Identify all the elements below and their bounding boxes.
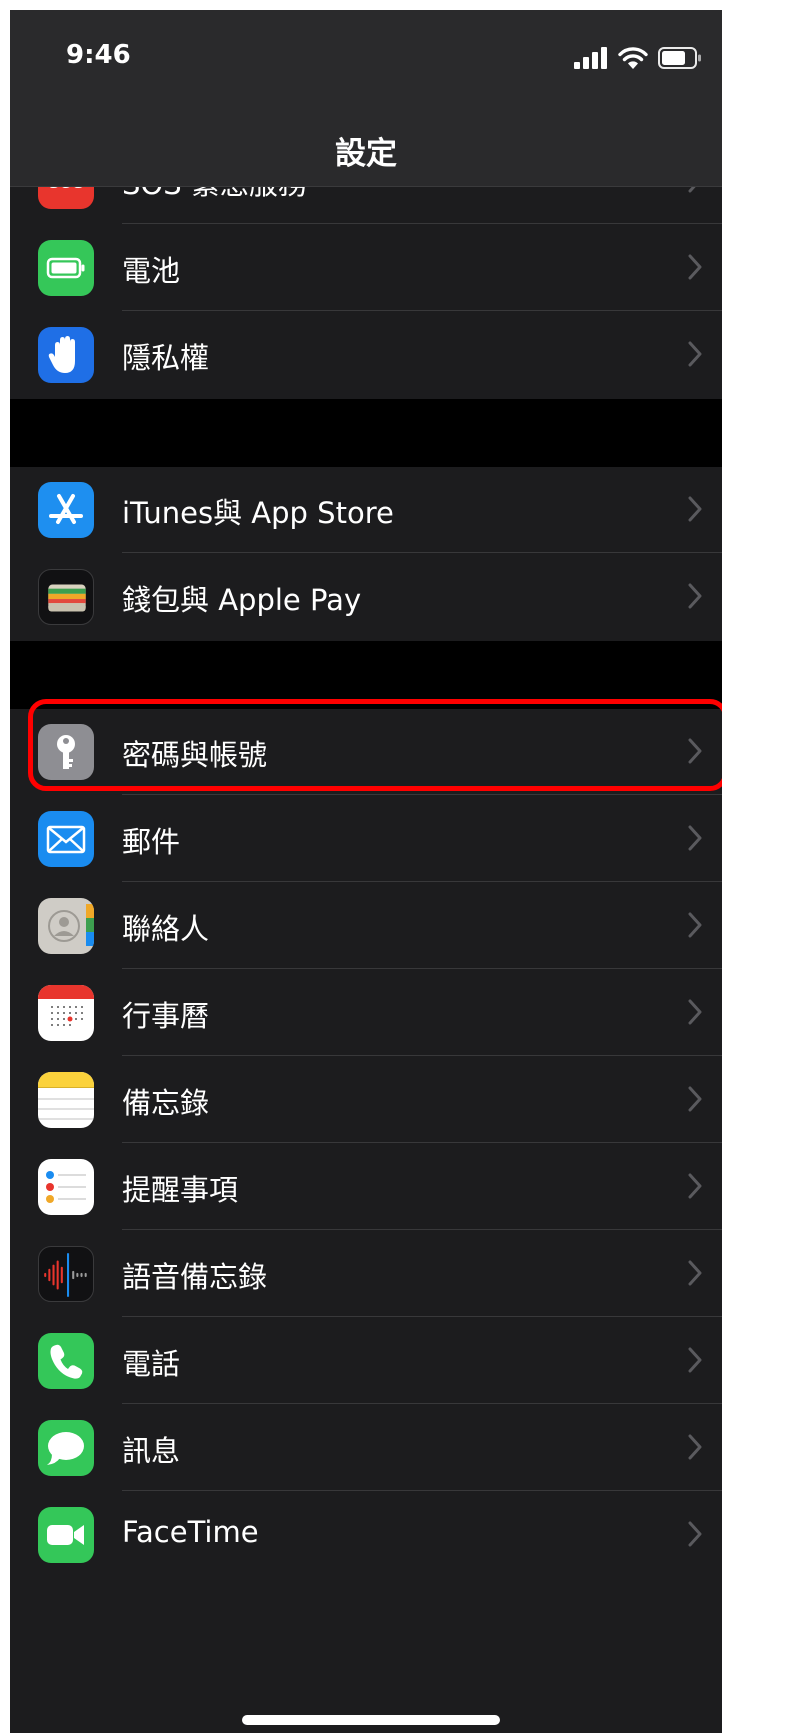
row-divider xyxy=(122,1403,722,1404)
app-store-icon xyxy=(38,482,94,538)
row-divider xyxy=(122,881,722,882)
chevron-right-icon xyxy=(688,1434,702,1460)
settings-row-mail[interactable]: 郵件 xyxy=(10,796,722,882)
speech-bubble-icon xyxy=(38,1420,94,1476)
settings-row-label: 郵件 xyxy=(122,825,181,859)
status-bar: 9:46 xyxy=(10,10,722,120)
row-divider xyxy=(122,794,722,795)
settings-row-label: 行事曆 xyxy=(122,999,210,1033)
settings-row-calendar[interactable]: 行事曆 xyxy=(10,970,722,1056)
settings-row-battery[interactable]: 電池 xyxy=(10,225,722,311)
settings-row-label: 錢包與 Apple Pay xyxy=(122,583,362,617)
chevron-right-icon xyxy=(688,1521,702,1547)
home-indicator xyxy=(242,1715,500,1725)
settings-screen: 9:46 設定 SOS SO xyxy=(10,10,722,1733)
chevron-right-icon xyxy=(688,1260,702,1286)
video-camera-icon xyxy=(38,1507,94,1563)
settings-row-label: 提醒事項 xyxy=(122,1173,239,1207)
page-title: 設定 xyxy=(335,136,397,172)
navigation-bar: 設定 xyxy=(10,118,722,187)
contacts-icon xyxy=(38,898,94,954)
row-divider xyxy=(122,1490,722,1491)
chevron-right-icon xyxy=(688,912,702,938)
settings-row-label: 訊息 xyxy=(122,1434,181,1468)
chevron-right-icon xyxy=(688,738,702,764)
notes-icon xyxy=(38,1072,94,1128)
section-gap xyxy=(10,399,722,467)
settings-row-passwords-accounts[interactable]: 密碼與帳號 xyxy=(10,709,722,795)
settings-row-label: 電池 xyxy=(122,254,181,288)
cellular-signal-icon xyxy=(574,47,607,69)
row-divider xyxy=(122,1055,722,1056)
status-icons xyxy=(574,46,702,70)
key-icon xyxy=(38,724,94,780)
settings-row-reminders[interactable]: 提醒事項 xyxy=(10,1144,722,1230)
settings-row-facetime[interactable]: FaceTime xyxy=(10,1492,722,1578)
settings-row-label: 密碼與帳號 xyxy=(122,738,268,772)
section-gap xyxy=(10,641,722,709)
row-divider xyxy=(122,968,722,969)
settings-row-label: 語音備忘錄 xyxy=(122,1260,268,1294)
settings-row-messages[interactable]: 訊息 xyxy=(10,1405,722,1491)
settings-row-label: iTunes與 App Store xyxy=(122,496,394,530)
row-divider xyxy=(122,1316,722,1317)
settings-row-contacts[interactable]: 聯絡人 xyxy=(10,883,722,969)
settings-row-notes[interactable]: 備忘錄 xyxy=(10,1057,722,1143)
settings-row-wallet[interactable]: 錢包與 Apple Pay xyxy=(10,554,722,640)
row-divider xyxy=(122,1229,722,1230)
chevron-right-icon xyxy=(688,825,702,851)
settings-row-label: FaceTime xyxy=(122,1515,259,1549)
wifi-icon xyxy=(618,47,648,69)
wallet-icon xyxy=(38,569,94,625)
phone-icon xyxy=(38,1333,94,1389)
settings-row-label: 聯絡人 xyxy=(122,912,210,946)
hand-icon xyxy=(38,327,94,383)
chevron-right-icon xyxy=(688,1086,702,1112)
envelope-icon xyxy=(38,811,94,867)
settings-row-voice-memos[interactable]: 語音備忘錄 xyxy=(10,1231,722,1317)
reminders-icon xyxy=(38,1159,94,1215)
row-divider xyxy=(122,552,722,553)
row-divider xyxy=(122,1142,722,1143)
settings-row-label: 備忘錄 xyxy=(122,1086,210,1120)
calendar-icon xyxy=(38,985,94,1041)
chevron-right-icon xyxy=(688,341,702,367)
chevron-right-icon xyxy=(688,254,702,280)
settings-row-phone[interactable]: 電話 xyxy=(10,1318,722,1404)
row-divider xyxy=(122,310,722,311)
chevron-right-icon xyxy=(688,999,702,1025)
chevron-right-icon xyxy=(688,583,702,609)
settings-row-privacy[interactable]: 隱私權 xyxy=(10,312,722,398)
settings-row-label: 隱私權 xyxy=(122,341,210,375)
row-divider xyxy=(122,223,722,224)
settings-row-label: 電話 xyxy=(122,1347,181,1381)
waveform-icon xyxy=(38,1246,94,1302)
chevron-right-icon xyxy=(688,1347,702,1373)
battery-status-icon xyxy=(658,47,701,69)
chevron-right-icon xyxy=(688,496,702,522)
battery-icon xyxy=(38,240,94,296)
settings-row-itunes-app-store[interactable]: iTunes與 App Store xyxy=(10,467,722,553)
status-time: 9:46 xyxy=(66,40,131,70)
chevron-right-icon xyxy=(688,1173,702,1199)
